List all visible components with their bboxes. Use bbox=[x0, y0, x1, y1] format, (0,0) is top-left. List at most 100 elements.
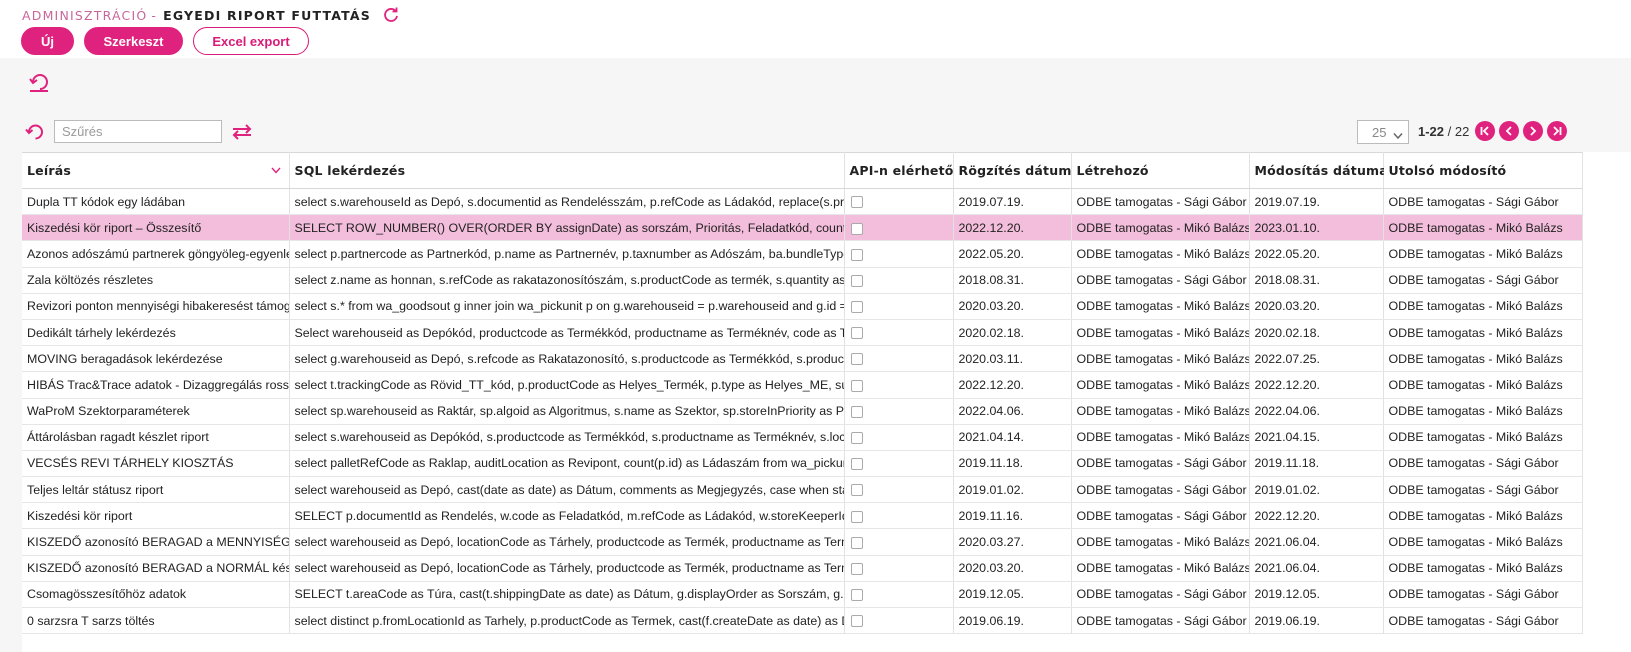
cell-modified-date: 2019.01.02. bbox=[1249, 476, 1384, 504]
cell-last-modifier: ODBE tamogatas - Sági Gábor bbox=[1383, 267, 1583, 294]
api-available-checkbox[interactable] bbox=[850, 562, 863, 575]
api-available-checkbox[interactable] bbox=[850, 353, 863, 366]
refresh-icon[interactable] bbox=[383, 7, 399, 23]
last-page-button[interactable] bbox=[1547, 121, 1567, 141]
table-row[interactable]: VECSÉS REVI TÁRHELY KIOSZTÁS select palle… bbox=[22, 450, 1583, 478]
cell-api bbox=[844, 528, 954, 556]
table-row[interactable]: KISZEDŐ azonosító BERAGAD a NORMÁL készl… bbox=[22, 555, 1583, 582]
cell-creator: ODBE tamogatas - Mikó Balázs bbox=[1071, 371, 1250, 399]
cell-modified-date: 2018.08.31. bbox=[1249, 267, 1384, 294]
api-available-checkbox[interactable] bbox=[850, 405, 863, 418]
table-row[interactable]: Csomagösszesítőhöz adatok SELECT t.areaCo… bbox=[22, 581, 1583, 609]
cell-modified-date: 2021.04.15. bbox=[1249, 424, 1384, 451]
column-header-last-modifier[interactable]: Utolsó módosító bbox=[1383, 152, 1583, 189]
excel-export-button[interactable]: Excel export bbox=[193, 27, 309, 55]
cell-api bbox=[844, 581, 954, 609]
api-available-checkbox[interactable] bbox=[850, 484, 863, 497]
api-available-checkbox[interactable] bbox=[850, 589, 863, 602]
cell-creator: ODBE tamogatas - Sági Gábor bbox=[1071, 450, 1250, 478]
table-row[interactable]: Dedikált tárhely lekérdezés Select wareho… bbox=[22, 319, 1583, 347]
page-info: 1-22 / 22 bbox=[1418, 124, 1469, 139]
cell-creator: ODBE tamogatas - Sági Gábor bbox=[1071, 267, 1250, 294]
cell-api bbox=[844, 293, 954, 320]
cell-description: Dedikált tárhely lekérdezés bbox=[22, 319, 290, 347]
table-row[interactable]: Azonos adószámú partnerek göngyöleg-egye… bbox=[22, 240, 1583, 268]
next-page-button[interactable] bbox=[1523, 121, 1543, 141]
cell-sql: select s.* from wa_goodsout g inner join… bbox=[289, 293, 845, 320]
cell-modified-date: 2019.06.19. bbox=[1249, 607, 1384, 635]
cell-sql: select warehouseid as Depó, locationCode… bbox=[289, 528, 845, 556]
api-available-checkbox[interactable] bbox=[850, 222, 863, 235]
chevron-down-icon bbox=[1393, 128, 1403, 140]
cell-creator: ODBE tamogatas - Sági Gábor bbox=[1071, 607, 1250, 635]
table-row[interactable]: HIBÁS Trac&Trace adatok - Dizaggregálás … bbox=[22, 371, 1583, 399]
reset-filter-icon[interactable] bbox=[25, 123, 45, 141]
filter-bar: 25 1-22 / 22 bbox=[22, 120, 1631, 144]
cell-description: KISZEDŐ azonosító BERAGAD a MENNYISÉGI F… bbox=[22, 528, 290, 556]
cell-sql: SELECT ROW_NUMBER() OVER(ORDER BY assign… bbox=[289, 214, 845, 242]
cell-creator: ODBE tamogatas - Sági Gábor bbox=[1071, 476, 1250, 504]
cell-api bbox=[844, 267, 954, 294]
cell-last-modifier: ODBE tamogatas - Sági Gábor bbox=[1383, 581, 1583, 609]
api-available-checkbox[interactable] bbox=[850, 510, 863, 523]
cell-sql: select t.trackingCode as Rövid_TT_kód, p… bbox=[289, 371, 845, 399]
cell-last-modifier: ODBE tamogatas - Mikó Balázs bbox=[1383, 371, 1583, 399]
page-size-value: 25 bbox=[1372, 124, 1387, 140]
cell-creator: ODBE tamogatas - Mikó Balázs bbox=[1071, 214, 1250, 242]
first-page-button[interactable] bbox=[1475, 121, 1495, 141]
page-size-select[interactable]: 25 bbox=[1357, 120, 1409, 144]
swap-arrows-icon[interactable] bbox=[231, 124, 253, 140]
edit-button[interactable]: Szerkeszt bbox=[84, 27, 183, 55]
cell-description: KISZEDŐ azonosító BERAGAD a NORMÁL készl… bbox=[22, 555, 290, 582]
table-row[interactable]: Revizori ponton mennyiségi hibakeresést … bbox=[22, 293, 1583, 320]
table-row[interactable]: Zala költözés részletes select z.name as … bbox=[22, 267, 1583, 294]
api-available-checkbox[interactable] bbox=[850, 274, 863, 287]
cell-created-date: 2020.02.18. bbox=[953, 319, 1072, 347]
api-available-checkbox[interactable] bbox=[850, 536, 863, 549]
api-available-checkbox[interactable] bbox=[850, 327, 863, 340]
table-row[interactable]: MOVING beragadások lekérdezése select g.w… bbox=[22, 345, 1583, 373]
table-row[interactable]: Kiszedési kör riport SELECT p.documentId … bbox=[22, 502, 1583, 530]
cell-creator: ODBE tamogatas - Mikó Balázs bbox=[1071, 345, 1250, 373]
cell-creator: ODBE tamogatas - Sági Gábor bbox=[1071, 188, 1250, 216]
table-row[interactable]: Kiszedési kör riport – Összesítő SELECT R… bbox=[22, 214, 1583, 242]
cell-sql: select distinct p.fromLocationId as Tarh… bbox=[289, 607, 845, 635]
column-header-api[interactable]: API-n elérhető bbox=[844, 152, 954, 189]
column-header-sql[interactable]: SQL lekérdezés bbox=[289, 152, 845, 189]
reset-layout-icon[interactable] bbox=[28, 71, 50, 93]
api-available-checkbox[interactable] bbox=[850, 248, 863, 261]
column-header-creator[interactable]: Létrehozó bbox=[1071, 152, 1250, 189]
sort-descending-icon[interactable] bbox=[270, 162, 281, 174]
page-total: / 22 bbox=[1447, 124, 1470, 139]
cell-api bbox=[844, 607, 954, 635]
breadcrumb-admin[interactable]: ADMINISZTRÁCIÓ bbox=[22, 8, 147, 23]
cell-modified-date: 2022.07.25. bbox=[1249, 345, 1384, 373]
cell-modified-date: 2022.12.20. bbox=[1249, 502, 1384, 530]
table-row[interactable]: 0 sarzsra T sarzs töltés select distinct … bbox=[22, 607, 1583, 635]
table-row[interactable]: Dupla TT kódok egy ládában select s.wareh… bbox=[22, 188, 1583, 216]
new-button[interactable]: Új bbox=[21, 27, 74, 55]
column-header-description[interactable]: Leírás bbox=[22, 152, 290, 189]
column-header-created-date[interactable]: Rögzítés dátuma bbox=[953, 152, 1080, 189]
api-available-checkbox[interactable] bbox=[850, 432, 863, 444]
table-row[interactable]: WaProM Szektorparaméterek select sp.wareh… bbox=[22, 398, 1583, 425]
table-header-row: Leírás SQL lekérdezés API-n elérhető Rög… bbox=[22, 152, 1583, 189]
table-row[interactable]: KISZEDŐ azonosító BERAGAD a MENNYISÉGI F… bbox=[22, 528, 1583, 556]
cell-created-date: 2019.06.19. bbox=[953, 607, 1072, 635]
api-available-checkbox[interactable] bbox=[850, 196, 863, 209]
breadcrumb-separator: - bbox=[151, 7, 158, 23]
api-available-checkbox[interactable] bbox=[850, 458, 863, 471]
cell-modified-date: 2020.02.18. bbox=[1249, 319, 1384, 347]
prev-page-button[interactable] bbox=[1499, 121, 1519, 141]
api-available-checkbox[interactable] bbox=[850, 301, 863, 314]
filter-input[interactable] bbox=[54, 120, 222, 143]
table-row[interactable]: Áttárolásban ragadt készlet riport select… bbox=[22, 424, 1583, 451]
api-available-checkbox[interactable] bbox=[850, 615, 863, 628]
column-header-modified-date[interactable]: Módosítás dátuma bbox=[1249, 152, 1388, 189]
api-available-checkbox[interactable] bbox=[850, 379, 863, 392]
cell-description: Azonos adószámú partnerek göngyöleg-egye… bbox=[22, 240, 290, 268]
cell-modified-date: 2020.03.20. bbox=[1249, 293, 1384, 320]
cell-creator: ODBE tamogatas - Sági Gábor bbox=[1071, 502, 1250, 530]
table-row[interactable]: Teljes leltár státusz riport select wareh… bbox=[22, 476, 1583, 504]
cell-description: MOVING beragadások lekérdezése bbox=[22, 345, 290, 373]
